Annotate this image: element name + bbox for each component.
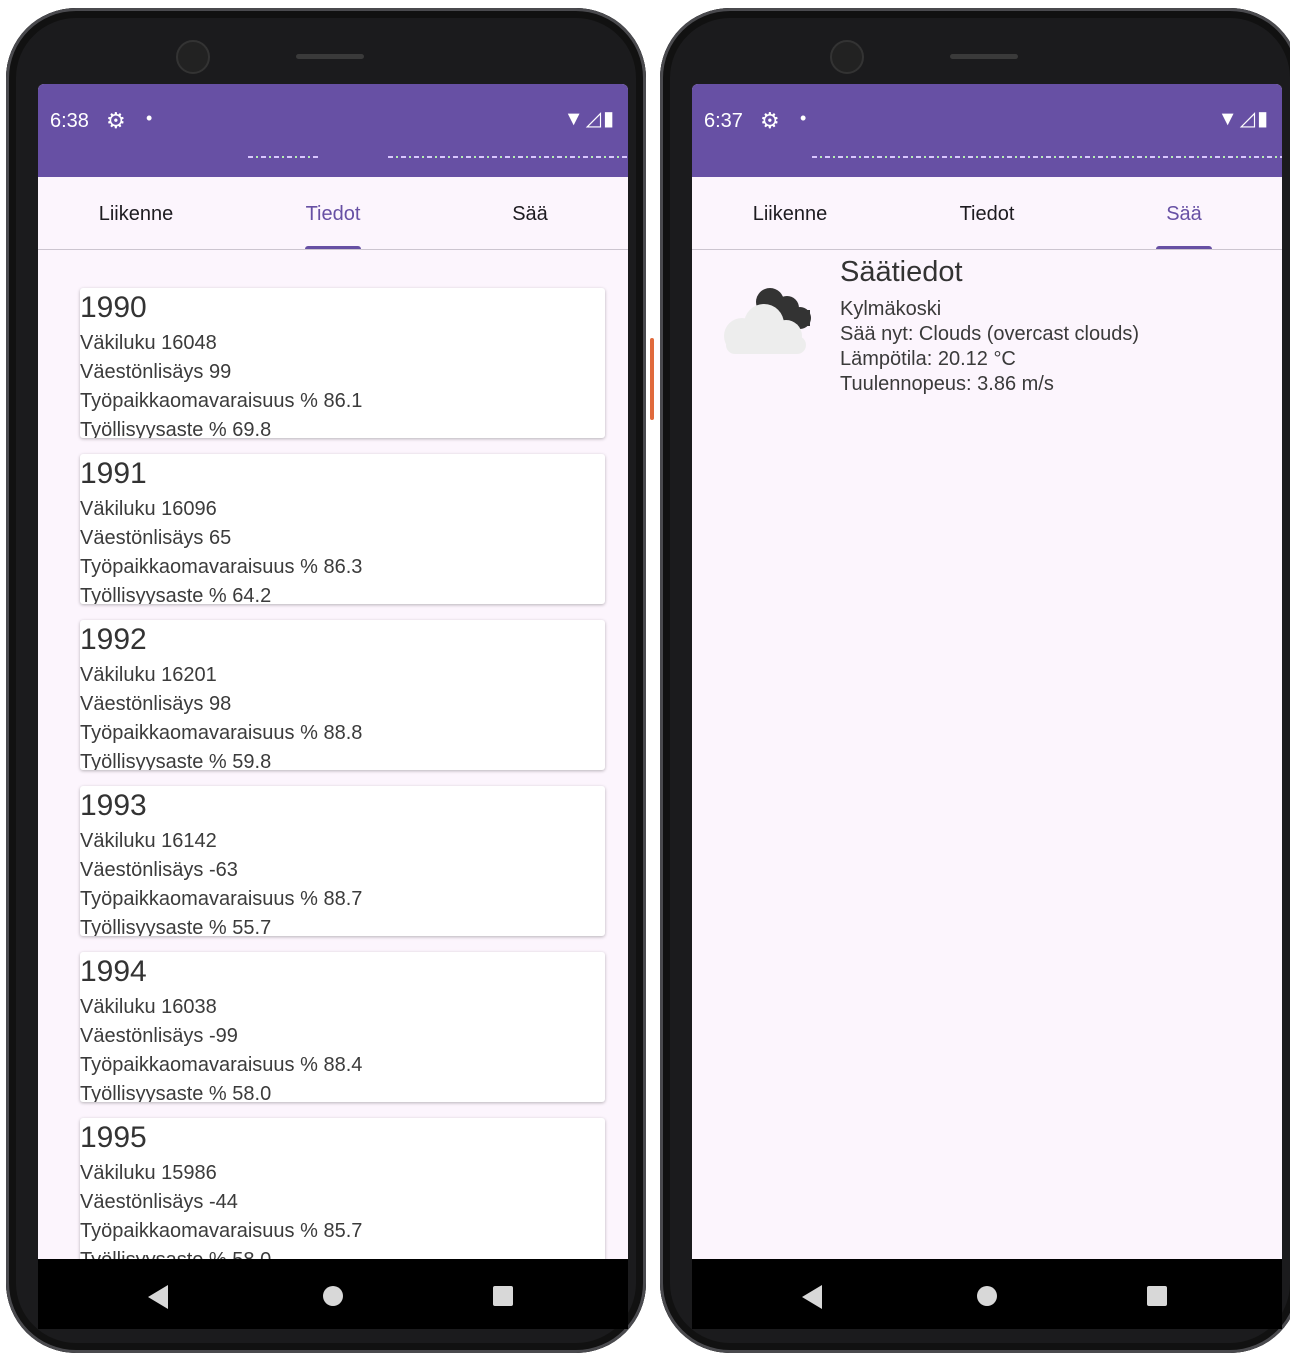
front-camera — [830, 40, 864, 74]
screen: 6:37 ⚙ • ▼◿▮ Liikenne Tiedot Sää Säätied… — [692, 84, 1282, 1259]
back-icon[interactable] — [148, 1285, 168, 1309]
wifi-icon: ▼ — [563, 108, 586, 130]
card-year: 1991 — [80, 457, 147, 490]
navigation-bar — [692, 1259, 1282, 1329]
card-tyopaikka: Työpaikkaomavaraisuus % 86.3 — [80, 556, 363, 578]
earpiece-speaker — [950, 54, 1018, 59]
card-year: 1990 — [80, 291, 147, 324]
weather-panel: Säätiedot Kylmäkoski Sää nyt: Clouds (ov… — [692, 250, 1282, 1259]
tab-liikenne[interactable]: Liikenne — [38, 177, 234, 249]
status-artifact — [248, 156, 318, 158]
card-vakiluku: Väkiluku 16048 — [80, 332, 217, 354]
system-icons: ▼◿▮ — [564, 106, 616, 131]
weather-now: Sää nyt: Clouds (overcast clouds) — [840, 323, 1140, 345]
tab-label: Liikenne — [98, 203, 174, 225]
phone-frame-right: 6:37 ⚙ • ▼◿▮ Liikenne Tiedot Sää Säätied… — [660, 8, 1290, 1353]
signal-icon: ◿ — [585, 108, 603, 130]
card-lisays: Väestönlisäys -44 — [80, 1191, 238, 1213]
navigation-bar — [38, 1259, 628, 1329]
tab-label: Sää — [512, 203, 548, 225]
card-vakiluku: Väkiluku 16201 — [80, 664, 217, 686]
status-bar: 6:38 ⚙ • ▼◿▮ — [38, 84, 628, 177]
card-tyollisyys: Työllisyysaste % 58.0 — [80, 1249, 271, 1259]
stat-card: 1994 Väkiluku 16038 Väestönlisäys -99 Työpa… — [80, 952, 605, 1102]
card-lisays: Väestönlisäys 99 — [80, 361, 232, 383]
card-tyollisyys: Työllisyysaste % 58.0 — [80, 1083, 272, 1102]
tab-indicator — [1156, 246, 1212, 249]
gear-icon: ⚙ — [106, 108, 126, 133]
signal-icon: ◿ — [1239, 108, 1257, 130]
card-vakiluku: Väkiluku 16142 — [80, 830, 217, 852]
card-tyollisyys: Työllisyysaste % 59.8 — [80, 751, 272, 770]
tab-saa[interactable]: Sää — [1086, 177, 1282, 249]
stat-card: 1992 Väkiluku 16201 Väestönlisäys 98 Työpai… — [80, 620, 605, 770]
card-tyopaikka: Työpaikkaomavaraisuus % 85.7 — [80, 1220, 363, 1242]
card-tyollisyys: Työllisyysaste % 64.2 — [80, 585, 272, 604]
back-icon[interactable] — [802, 1285, 822, 1309]
card-year: 1992 — [80, 623, 147, 656]
home-icon[interactable] — [977, 1286, 997, 1306]
gear-icon: ⚙ — [760, 108, 780, 133]
card-tyollisyys: Työllisyysaste % 69.8 — [80, 419, 272, 438]
phone-frame-left: 6:38 ⚙ • ▼◿▮ Liikenne Tiedot Sää 1990 Väk… — [6, 8, 654, 1353]
dot-icon: • — [800, 108, 807, 128]
battery-icon: ▮ — [1256, 108, 1270, 130]
card-tyopaikka: Työpaikkaomavaraisuus % 88.7 — [80, 888, 363, 910]
tab-liikenne[interactable]: Liikenne — [692, 177, 888, 249]
stat-card: 1993 Väkiluku 16142 Väestönlisäys -63 Työpa… — [80, 786, 605, 936]
home-icon[interactable] — [323, 1286, 343, 1306]
recents-icon[interactable] — [493, 1286, 513, 1306]
card-vakiluku: Väkiluku 15986 — [80, 1162, 217, 1184]
recents-icon[interactable] — [1147, 1286, 1167, 1306]
clock: 6:38 — [50, 110, 89, 132]
tab-label: Tiedot — [959, 203, 1015, 225]
card-lisays: Väestönlisäys -63 — [80, 859, 238, 881]
tab-bar: Liikenne Tiedot Sää — [38, 177, 628, 250]
stat-card: 1990 Väkiluku 16048 Väestönlisäys 99 Työpai… — [80, 288, 605, 438]
card-lisays: Väestönlisäys -99 — [80, 1025, 238, 1047]
stat-card: 1991 Väkiluku 16096 Väestönlisäys 65 Työpai… — [80, 454, 605, 604]
card-tyopaikka: Työpaikkaomavaraisuus % 86.1 — [80, 390, 363, 412]
screen: 6:38 ⚙ • ▼◿▮ Liikenne Tiedot Sää 1990 Väk… — [38, 84, 628, 1259]
tab-tiedot[interactable]: Tiedot — [889, 177, 1085, 249]
tab-indicator — [305, 246, 361, 249]
card-lisays: Väestönlisäys 65 — [80, 527, 232, 549]
status-artifact — [812, 156, 1282, 158]
card-year: 1995 — [80, 1121, 147, 1154]
card-tyopaikka: Työpaikkaomavaraisuus % 88.4 — [80, 1054, 363, 1076]
dot-icon: • — [146, 108, 153, 128]
card-tyollisyys: Työllisyysaste % 55.7 — [80, 917, 272, 936]
statistics-list[interactable]: 1990 Väkiluku 16048 Väestönlisäys 99 Työpai… — [38, 250, 628, 1259]
front-camera — [176, 40, 210, 74]
status-artifact — [388, 156, 628, 158]
system-icons: ▼◿▮ — [1218, 106, 1270, 131]
tab-bar: Liikenne Tiedot Sää — [692, 177, 1282, 250]
card-lisays: Väestönlisäys 98 — [80, 693, 232, 715]
power-button — [650, 338, 654, 420]
weather-title: Säätiedot — [840, 256, 963, 288]
status-bar: 6:37 ⚙ • ▼◿▮ — [692, 84, 1282, 177]
overcast-clouds-icon — [724, 288, 811, 354]
card-year: 1993 — [80, 789, 147, 822]
clock: 6:37 — [704, 110, 743, 132]
weather-location: Kylmäkoski — [840, 298, 942, 320]
tab-label: Tiedot — [305, 203, 361, 225]
tab-label: Sää — [1166, 203, 1202, 225]
card-year: 1994 — [80, 955, 147, 988]
card-vakiluku: Väkiluku 16038 — [80, 996, 217, 1018]
weather-wind: Tuulennopeus: 3.86 m/s — [840, 373, 1054, 395]
wifi-icon: ▼ — [1217, 108, 1240, 130]
earpiece-speaker — [296, 54, 364, 59]
battery-icon: ▮ — [602, 108, 616, 130]
tab-saa[interactable]: Sää — [432, 177, 628, 249]
stat-card: 1995 Väkiluku 15986 Väestönlisäys -44 Työpa… — [80, 1118, 605, 1259]
tab-tiedot[interactable]: Tiedot — [235, 177, 431, 249]
card-tyopaikka: Työpaikkaomavaraisuus % 88.8 — [80, 722, 363, 744]
card-vakiluku: Väkiluku 16096 — [80, 498, 217, 520]
tab-label: Liikenne — [752, 203, 828, 225]
weather-temperature: Lämpötila: 20.12 °C — [840, 348, 1016, 370]
